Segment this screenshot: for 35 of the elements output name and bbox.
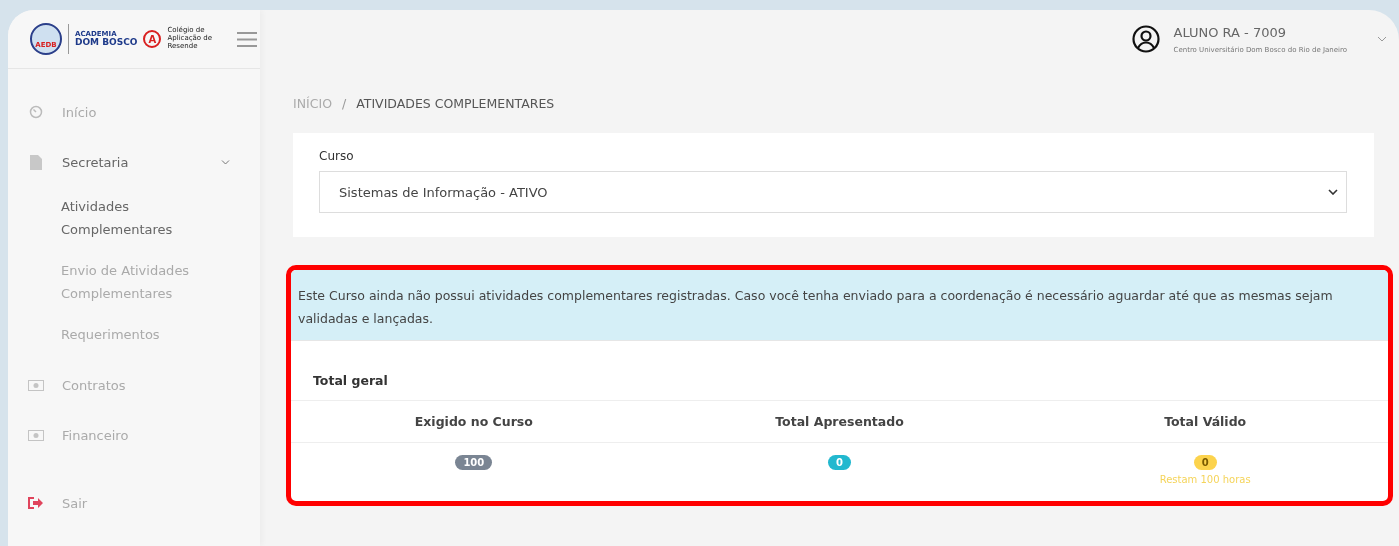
sidebar-item[interactable]: Sair <box>8 478 260 528</box>
totals-title: Total geral <box>291 343 1388 401</box>
sidebar-item[interactable]: Início <box>8 87 260 137</box>
column-heading: Total Válido <box>1022 401 1388 443</box>
chevron-icon <box>221 159 230 165</box>
chevron-down-icon[interactable] <box>1377 36 1387 42</box>
count-badge: 0 <box>1193 455 1217 470</box>
school-logo-mark: A <box>143 30 162 48</box>
sidebar-item[interactable]: Contratos <box>8 360 260 410</box>
column-heading: Total Apresentado <box>656 401 1023 443</box>
sidebar-item[interactable]: Secretaria <box>8 137 260 187</box>
column-heading: Exigido no Curso <box>291 401 657 443</box>
breadcrumb-separator: / <box>342 96 347 111</box>
submenu-item[interactable]: Atividades Complementares <box>61 195 211 241</box>
count-badge: 100 <box>455 455 493 470</box>
course-label: Curso <box>319 149 355 163</box>
banknote-icon <box>28 379 44 391</box>
submenu-item[interactable]: Envio de Atividades Complementares <box>61 259 211 305</box>
count-badge: 0 <box>828 455 851 470</box>
breadcrumb-link[interactable]: INÍCIO <box>293 96 332 111</box>
chevron-down-icon <box>1328 189 1338 195</box>
breadcrumb-current: ATIVIDADES COMPLEMENTARES <box>356 96 555 111</box>
course-select[interactable]: Sistemas de Informação - ATIVO <box>319 171 1347 213</box>
user-name: ALUNO RA - 7009 <box>1173 24 1288 40</box>
hours-remaining: Restam 100 horas <box>1159 474 1251 485</box>
sidebar-item[interactable]: Financeiro <box>8 410 260 460</box>
submenu-item[interactable]: Requerimentos <box>61 323 211 346</box>
user-avatar-icon[interactable] <box>1131 25 1160 53</box>
gauge-icon <box>29 105 43 119</box>
sign-out-icon <box>28 496 44 510</box>
info-message: Este Curso ainda não possui atividades complementares registradas. Caso você tenha enviado para a coordenação é necessário aguardar até que as mesmas sejam validadas e lançadas. <box>291 270 1388 341</box>
logo-wordmark: DOM BOSCO <box>75 38 138 47</box>
banknote-icon <box>28 429 44 441</box>
menu-icon[interactable] <box>237 31 258 47</box>
document-icon <box>30 154 42 170</box>
